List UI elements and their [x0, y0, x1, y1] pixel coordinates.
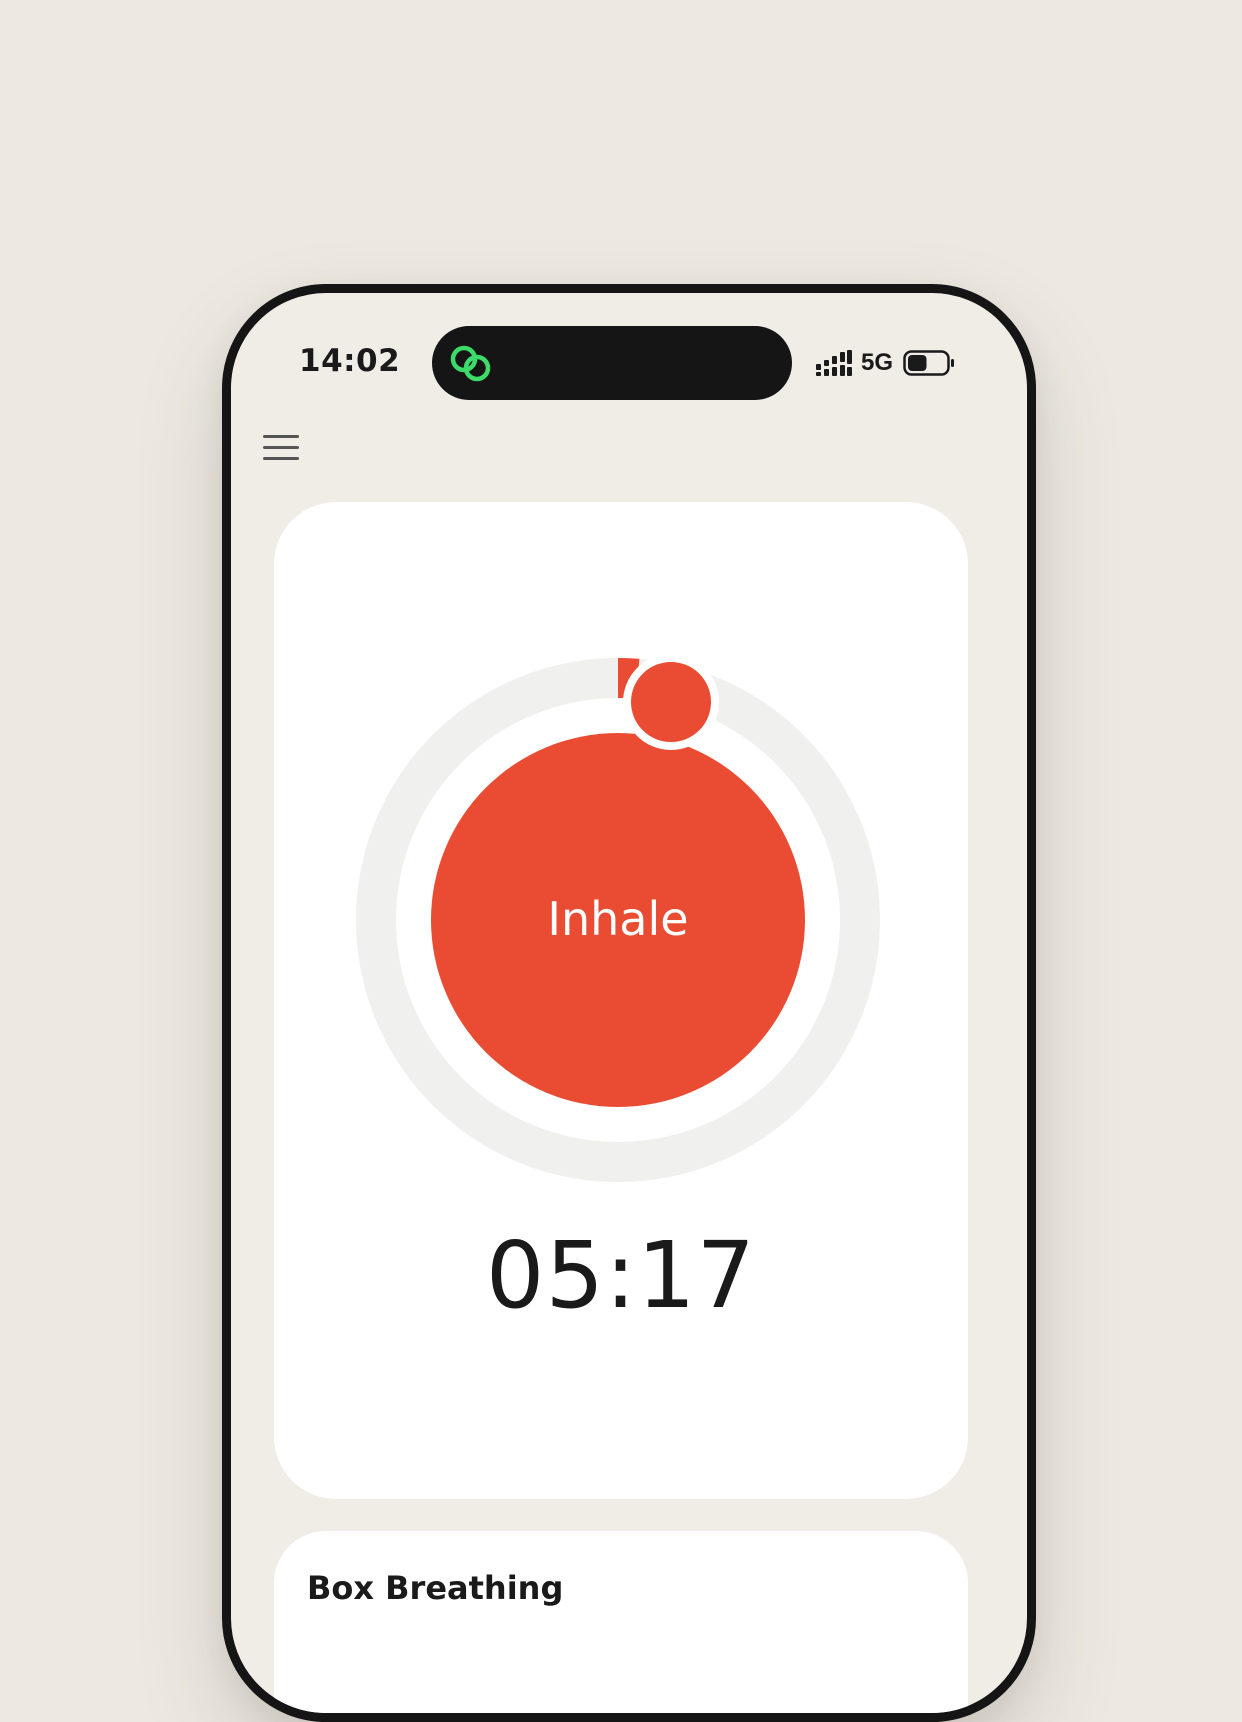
breathing-timer-card: Inhale 05:17	[274, 502, 968, 1499]
progress-knob	[623, 654, 719, 750]
exercise-title: Box Breathing	[307, 1569, 564, 1607]
status-indicators: 5G	[816, 346, 955, 380]
status-time: 14:02	[299, 343, 401, 379]
network-type: 5G	[861, 349, 894, 376]
linked-circles-icon	[450, 345, 491, 382]
breathing-phase-label: Inhale	[547, 892, 689, 946]
exercise-info-card[interactable]: Box Breathing	[274, 1531, 968, 1713]
phone-frame: 14:02 5G Inhale 05:17 Box Breathing	[222, 284, 1036, 1722]
breathing-progress-ring	[356, 654, 880, 1182]
cellular-signal-icon	[816, 350, 852, 376]
battery-icon	[903, 350, 955, 376]
menu-button[interactable]	[261, 431, 303, 465]
dynamic-island	[432, 326, 792, 400]
timer-countdown: 05:17	[485, 1222, 757, 1329]
